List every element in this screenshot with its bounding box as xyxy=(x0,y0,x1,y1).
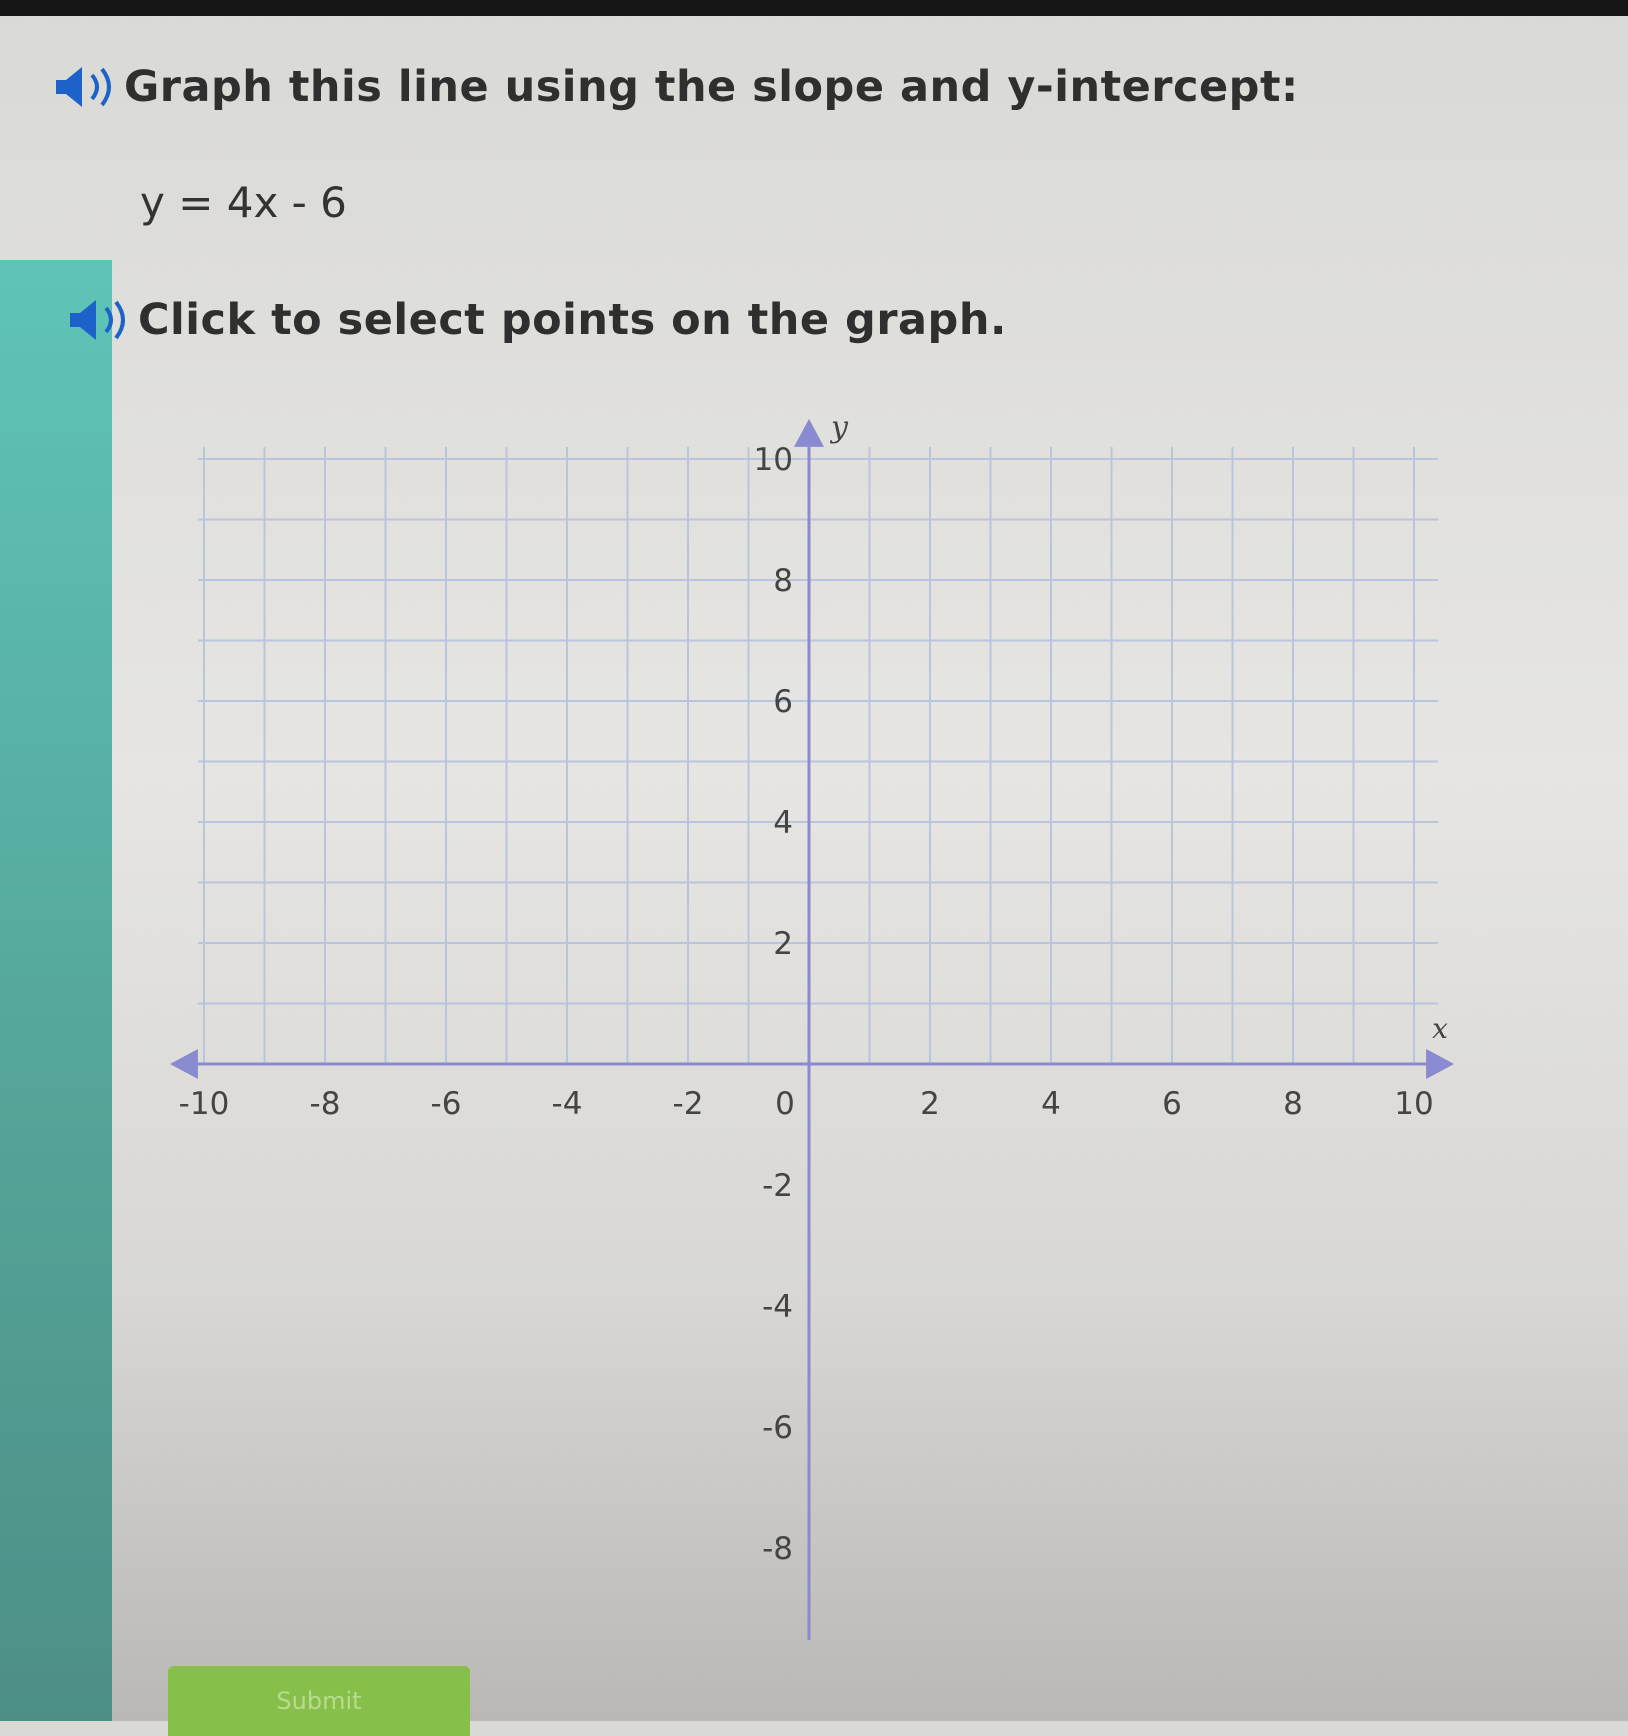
x-tick-label: -6 xyxy=(431,1086,462,1122)
x-tick-label: 10 xyxy=(1394,1086,1433,1122)
x-tick-label: 6 xyxy=(1162,1086,1182,1122)
x-tick-label: 4 xyxy=(1041,1086,1061,1122)
y-tick-label: -4 xyxy=(762,1289,793,1325)
speaker-icon[interactable] xyxy=(66,296,138,344)
question-title: Graph this line using the slope and y-in… xyxy=(124,62,1299,112)
instruction-row: Click to select points on the graph. xyxy=(66,295,1007,345)
y-axis-label: y xyxy=(829,410,849,445)
y-tick-label: 6 xyxy=(773,684,793,720)
x-tick-label: -2 xyxy=(673,1086,704,1122)
y-tick-label: -2 xyxy=(762,1168,793,1204)
axes xyxy=(169,418,1455,1640)
y-tick-label: 10 xyxy=(754,442,793,478)
coordinate-graph[interactable]: -10 -8 -6 -4 -2 0 2 4 6 8 10 10 8 6 4 2 -2 -4 -6 -8 -10 x y xyxy=(160,400,1490,1640)
y-tick-label: 2 xyxy=(773,926,793,962)
question-row: Graph this line using the slope and y-in… xyxy=(52,62,1299,112)
y-tick-label: 4 xyxy=(773,805,793,841)
x-tick-label: -8 xyxy=(310,1086,341,1122)
y-tick-labels: 108642-2-4-6-8-10 xyxy=(754,442,793,1567)
x-tick-label: 8 xyxy=(1283,1086,1303,1122)
y-tick-label: 8 xyxy=(773,563,793,599)
y-axis-arrow-up xyxy=(794,418,824,447)
x-axis-arrow-left xyxy=(169,1049,198,1079)
y-tick-label: -6 xyxy=(762,1410,793,1446)
x-axis-label: x xyxy=(1432,1012,1448,1045)
x-tick-label: -10 xyxy=(179,1086,230,1122)
top-bar xyxy=(0,0,1628,16)
instruction-text: Click to select points on the graph. xyxy=(138,295,1007,345)
equation: y = 4x - 6 xyxy=(140,178,347,227)
x-tick-label: -4 xyxy=(552,1086,583,1122)
y-tick-label: -8 xyxy=(762,1531,793,1567)
grid-lines xyxy=(197,446,1439,1064)
x-axis-arrow-right xyxy=(1426,1049,1455,1079)
x-tick-labels: -10 -8 -6 -4 -2 0 2 4 6 8 10 xyxy=(179,1086,1434,1122)
speaker-icon[interactable] xyxy=(52,63,124,111)
submit-button[interactable]: Submit xyxy=(168,1666,470,1736)
x-tick-label: 2 xyxy=(920,1086,940,1122)
left-sidebar xyxy=(0,260,112,1721)
x-tick-label: 0 xyxy=(775,1086,795,1122)
